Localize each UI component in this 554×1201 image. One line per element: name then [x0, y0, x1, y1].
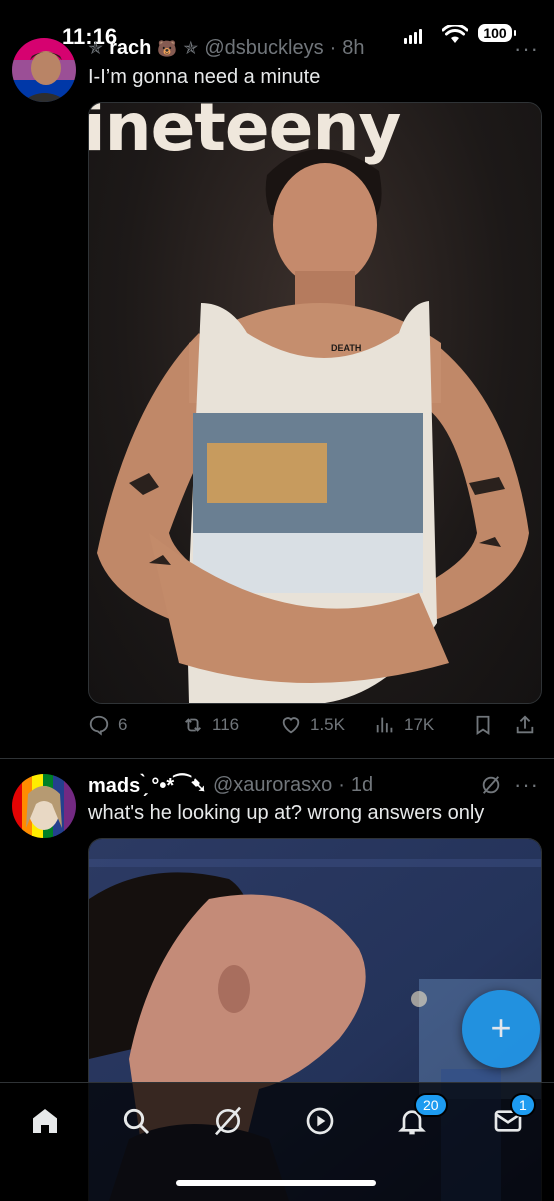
tweet-text: what's he looking up at? wrong answers o…	[88, 802, 485, 824]
star-icon: ✯	[88, 38, 104, 58]
nav-search[interactable]	[120, 1105, 156, 1141]
more-options-button[interactable]: ···	[514, 772, 539, 798]
cellular-signal-icon	[404, 29, 422, 44]
tweet-text: I-I’m gonna need a minute	[88, 66, 321, 88]
nav-grok[interactable]	[212, 1105, 248, 1141]
compose-button[interactable]: +	[462, 990, 540, 1068]
tweet-header: mads ̗̀ °•*⁀➷ @xaurorasxo · 1d	[88, 773, 373, 798]
messages-badge: 1	[510, 1093, 536, 1117]
reply-icon	[89, 715, 109, 736]
reply-button[interactable]: 6	[88, 714, 127, 736]
display-name[interactable]: mads ̗̀ °•*⁀➷	[88, 773, 207, 798]
views-icon	[376, 717, 393, 733]
nav-messages[interactable]: 1	[492, 1093, 536, 1141]
share-icon	[516, 715, 534, 734]
repost-count: 116	[212, 715, 240, 734]
display-name[interactable]: rach	[109, 37, 151, 60]
search-icon	[123, 1108, 150, 1135]
nav-video[interactable]	[304, 1105, 340, 1141]
star-icon: ✯	[183, 38, 199, 58]
home-indicator[interactable]	[176, 1180, 376, 1186]
nav-notifications[interactable]: 20	[396, 1093, 448, 1141]
battery-indicator: 100	[478, 24, 516, 42]
wifi-icon	[442, 25, 468, 43]
view-count: 17K	[404, 715, 435, 734]
separator-dot: ·	[329, 37, 337, 59]
like-button[interactable]: 1.5K	[280, 714, 345, 736]
handle[interactable]: @xaurorasxo	[213, 774, 332, 797]
like-icon	[282, 717, 300, 734]
man-in-tank-top-figure	[97, 148, 529, 703]
avatar[interactable]	[12, 38, 76, 102]
home-icon	[33, 1109, 57, 1133]
bookmark-icon	[476, 715, 490, 735]
post-time[interactable]: 1d	[351, 774, 373, 797]
tweet-image[interactable]: ineteeny DEATH	[88, 102, 542, 704]
share-button[interactable]	[514, 714, 536, 736]
reply-count: 6	[118, 715, 128, 734]
more-options-button[interactable]: ···	[514, 36, 539, 62]
like-count: 1.5K	[310, 715, 345, 734]
avatar[interactable]	[12, 774, 76, 838]
nav-home[interactable]	[29, 1105, 65, 1141]
video-icon	[306, 1107, 334, 1135]
bookmark-button[interactable]	[472, 714, 494, 736]
grok-icon[interactable]	[480, 774, 502, 796]
separator-dot: ·	[338, 774, 345, 796]
repost-button[interactable]: 116	[182, 714, 239, 736]
tweet-header: ✯ rach 🐻 ✯ @dsbuckleys · 8h	[88, 37, 365, 60]
post-time[interactable]: 8h	[342, 37, 364, 60]
repost-icon	[185, 718, 201, 732]
bear-emoji: 🐻	[157, 40, 178, 58]
tweet-divider	[0, 758, 554, 759]
chest-tattoo-text: DEATH	[331, 343, 362, 353]
views-button[interactable]: 17K	[374, 714, 434, 736]
handle[interactable]: @dsbuckleys	[204, 37, 323, 60]
grok-icon	[215, 1106, 241, 1136]
notifications-badge: 20	[414, 1093, 448, 1117]
